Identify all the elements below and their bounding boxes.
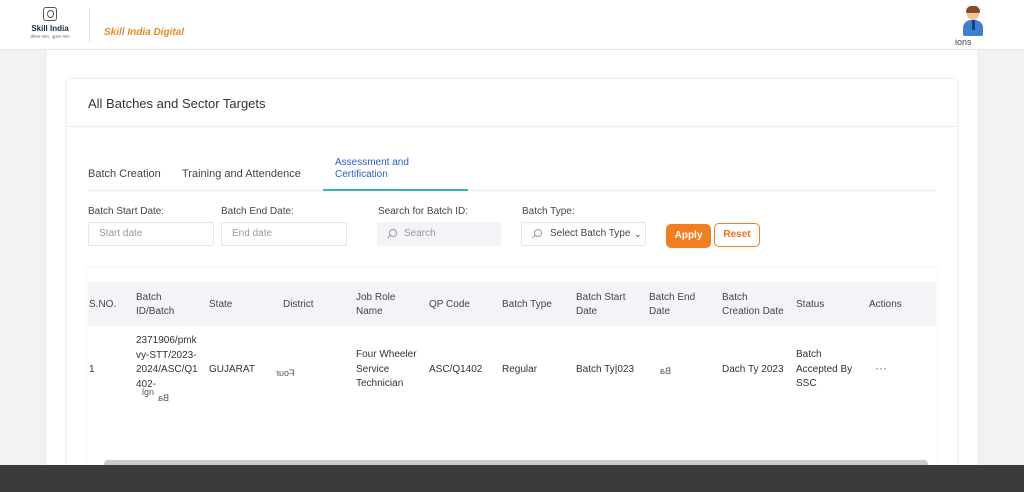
col-batch-id: Batch ID/Batch bbox=[136, 292, 175, 317]
col-start-date: Batch Start Date bbox=[576, 292, 626, 317]
search-icon bbox=[389, 229, 397, 237]
cell-job-role: Four Wheeler Service Technician bbox=[356, 349, 417, 389]
col-district: District bbox=[283, 299, 314, 310]
tab-batch-creation[interactable]: Batch Creation bbox=[88, 168, 161, 180]
cell-batch-overlay: ſgn bbox=[142, 387, 155, 397]
cell-district: Four bbox=[276, 368, 295, 378]
cell-batch-overlay-2: Ba bbox=[158, 393, 170, 403]
batch-type-label: Batch Type: bbox=[522, 206, 575, 217]
cell-batch-id[interactable]: 2371906/pmkvy-STT/2023-2024/ASC/Q1402- bbox=[136, 334, 198, 390]
cell-sno: 1 bbox=[89, 364, 95, 375]
col-sno: S.NO. bbox=[89, 299, 117, 310]
skill-india-logo[interactable]: Skill India कौशल भारत - कुशल भारत bbox=[24, 7, 76, 43]
emblem-icon bbox=[43, 7, 57, 21]
tab-training-attendence[interactable]: Training and Attendence bbox=[182, 168, 301, 180]
cell-batch-type: Regular bbox=[502, 364, 538, 375]
start-date-label: Batch Start Date: bbox=[88, 206, 165, 217]
col-job-role: Job Role Name bbox=[356, 292, 396, 317]
reset-button[interactable]: Reset bbox=[714, 223, 760, 247]
start-date-input[interactable]: Start date bbox=[88, 222, 214, 246]
chevron-down-icon: ⌄ bbox=[634, 229, 642, 239]
end-date-input[interactable]: End date bbox=[221, 222, 347, 246]
logo-tagline: कौशल भारत - कुशल भारत bbox=[30, 34, 70, 39]
page-title: All Batches and Sector Targets bbox=[88, 96, 266, 111]
cell-state: GUJARAT bbox=[209, 364, 255, 375]
cell-creation-date: Dach Ty 2023 bbox=[722, 364, 784, 375]
search-batch-label: Search for Batch ID: bbox=[378, 206, 469, 217]
logo-brand: Skill India bbox=[31, 24, 69, 33]
top-navbar bbox=[0, 0, 1024, 50]
col-end-date: Batch End Date bbox=[649, 292, 696, 317]
tabs-divider bbox=[88, 190, 936, 191]
end-date-label: Batch End Date: bbox=[221, 206, 294, 217]
title-divider bbox=[67, 126, 957, 127]
cell-qp-code: ASC/Q1402 bbox=[429, 364, 483, 375]
col-status: Status bbox=[796, 299, 825, 310]
col-state: State bbox=[209, 299, 233, 310]
bottom-bar bbox=[0, 465, 1024, 492]
portal-name: Skill India Digital bbox=[104, 27, 185, 38]
cell-start-date: Batch Ty|023 bbox=[576, 364, 635, 375]
batches-table: S.NO. Batch ID/Batch State District Job … bbox=[88, 268, 936, 468]
user-avatar[interactable] bbox=[960, 4, 986, 36]
user-menu-label[interactable]: ions bbox=[955, 37, 972, 47]
col-batch-type: Batch Type bbox=[502, 299, 552, 310]
select-search-icon bbox=[534, 229, 542, 237]
col-actions: Actions bbox=[869, 299, 902, 310]
col-creation-date: Batch Creation Date bbox=[722, 292, 784, 317]
row-actions-menu[interactable]: ··· bbox=[875, 361, 887, 376]
apply-button[interactable]: Apply bbox=[666, 224, 711, 248]
cell-status: Batch Accepted By SSC bbox=[796, 349, 853, 389]
cell-end-date: Ba bbox=[660, 366, 672, 376]
active-tab-indicator bbox=[323, 189, 468, 191]
col-qp-code: QP Code bbox=[429, 299, 470, 310]
tab-assessment-certification[interactable]: Assessment and Certification bbox=[335, 157, 425, 181]
header-divider bbox=[89, 8, 90, 42]
